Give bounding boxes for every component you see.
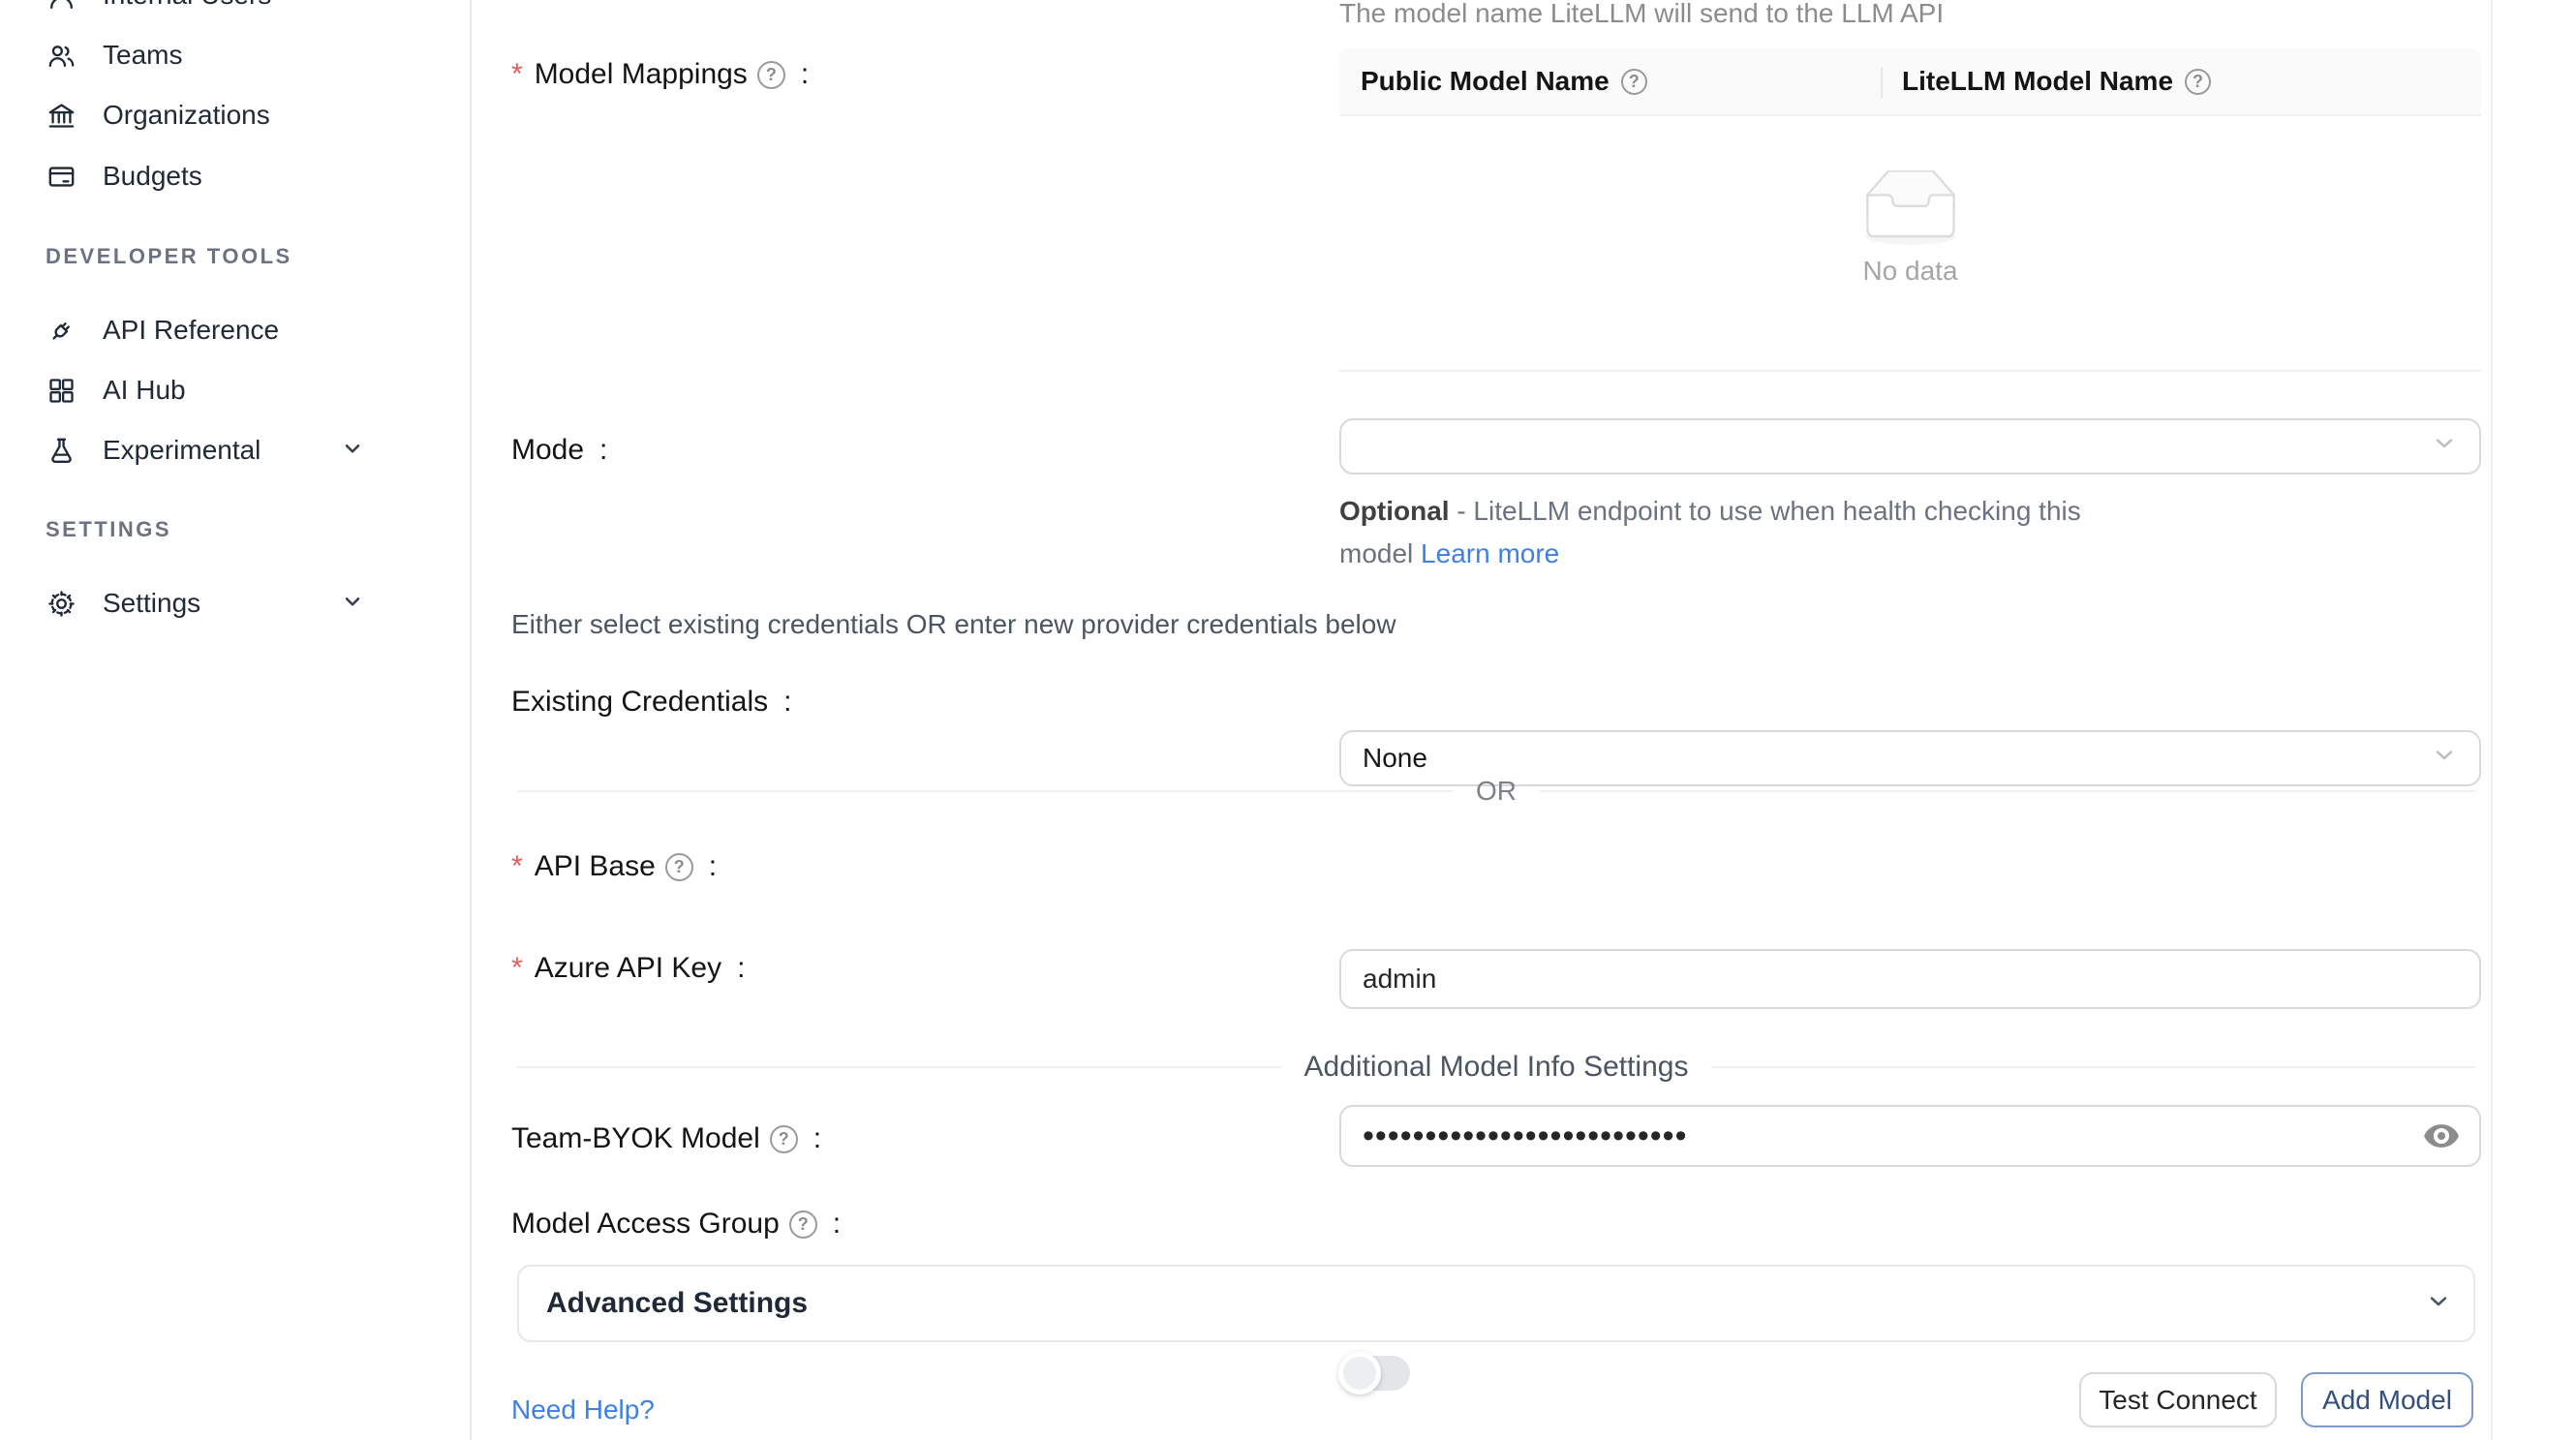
help-circle-icon[interactable]	[665, 853, 693, 881]
model-name-note: The model name LiteLLM will send to the …	[1339, 0, 1944, 29]
table-empty-state: No data	[1339, 116, 2481, 372]
required-asterisk	[511, 848, 525, 885]
required-asterisk	[511, 950, 525, 987]
api-base-field-wrap	[1339, 949, 2481, 1009]
column-header-public-model-name: Public Model Name	[1339, 66, 1881, 97]
no-data-text: No data	[1862, 256, 1957, 287]
advanced-settings-panel[interactable]: Advanced Settings	[517, 1265, 2475, 1342]
chevron-down-icon	[340, 589, 365, 619]
learn-more-link[interactable]: Learn more	[1421, 538, 1559, 568]
chevron-down-icon	[2425, 1288, 2452, 1320]
toggle-knob	[1338, 1352, 1381, 1394]
sidebar-item-teams[interactable]: Teams	[46, 25, 365, 85]
eye-icon[interactable]	[2421, 1116, 2462, 1156]
help-circle-icon[interactable]	[2185, 69, 2211, 95]
azure-api-key-label: Azure API Key	[511, 950, 745, 987]
mode-helper-text: Optional - LiteLLM endpoint to use when …	[1339, 490, 2143, 575]
flask-icon	[46, 435, 77, 467]
test-connect-button[interactable]: Test Connect	[2079, 1372, 2277, 1427]
or-divider: OR	[517, 776, 2475, 807]
grid-icon	[46, 375, 77, 407]
api-base-input[interactable]	[1363, 964, 2425, 995]
existing-credentials-label: Existing Credentials	[511, 684, 791, 720]
sidebar-item-label: Internal Users	[103, 0, 271, 11]
azure-api-key-input[interactable]	[1363, 1118, 2425, 1155]
sidebar-item-label: Teams	[103, 40, 182, 71]
sidebar-item-label: AI Hub	[103, 375, 186, 406]
sidebar-item-label: Experimental	[103, 435, 261, 466]
sidebar-section-developer-tools: DEVELOPER TOOLS	[46, 244, 292, 269]
sidebar-item-budgets[interactable]: Budgets	[46, 146, 365, 206]
help-circle-icon[interactable]	[770, 1125, 798, 1153]
sidebar-item-internal-users[interactable]: Internal Users	[46, 0, 365, 25]
help-circle-icon[interactable]	[1621, 69, 1647, 95]
chevron-down-icon	[2431, 430, 2458, 464]
sidebar-item-organizations[interactable]: Organizations	[46, 85, 365, 145]
bank-icon	[46, 100, 77, 132]
additional-settings-divider: Additional Model Info Settings	[517, 1051, 2475, 1084]
model-mappings-table: Public Model Name LiteLLM Model Name No …	[1339, 48, 2481, 372]
required-asterisk	[511, 56, 525, 93]
help-circle-icon[interactable]	[757, 61, 785, 89]
sidebar-item-label: Settings	[103, 588, 200, 619]
sidebar-section-settings: SETTINGS	[46, 517, 171, 542]
credentials-note: Either select existing credentials OR en…	[511, 609, 1396, 640]
teams-icon	[46, 40, 77, 72]
api-plug-icon	[46, 315, 77, 347]
sidebar-item-settings[interactable]: Settings	[46, 573, 365, 633]
add-model-page: Internal Users Teams Organizations Budge…	[0, 0, 2576, 1440]
need-help-link[interactable]: Need Help?	[511, 1394, 655, 1425]
sidebar-item-label: Organizations	[103, 100, 270, 131]
model-mappings-label: Model Mappings	[511, 56, 809, 93]
team-byok-label: Team-BYOK Model	[511, 1120, 821, 1157]
sidebar-item-label: Budgets	[103, 161, 202, 192]
sidebar-item-ai-hub[interactable]: AI Hub	[46, 360, 365, 420]
mode-select[interactable]	[1339, 418, 2481, 475]
header-divider	[1881, 67, 1883, 98]
api-base-label: API Base	[511, 848, 717, 885]
credit-card-icon	[46, 161, 77, 193]
sidebar-item-api-reference[interactable]: API Reference	[46, 300, 365, 360]
help-circle-icon[interactable]	[789, 1210, 817, 1239]
column-header-litellm-model-name: LiteLLM Model Name	[1881, 66, 2211, 97]
chevron-down-icon	[340, 436, 365, 466]
azure-api-key-field-wrap	[1339, 1105, 2481, 1167]
sidebar: Internal Users Teams Organizations Budge…	[0, 0, 472, 1440]
chevron-down-icon	[2431, 742, 2458, 776]
model-access-group-label: Model Access Group	[511, 1206, 841, 1242]
content-right-border	[2491, 0, 2493, 1440]
team-byok-toggle[interactable]	[1342, 1356, 1410, 1391]
empty-inbox-icon	[1851, 170, 1971, 248]
user-icon	[46, 0, 77, 12]
table-header-row: Public Model Name LiteLLM Model Name	[1339, 48, 2481, 116]
sidebar-item-experimental[interactable]: Experimental	[46, 420, 365, 480]
sidebar-item-label: API Reference	[103, 315, 279, 346]
add-model-button[interactable]: Add Model	[2301, 1372, 2473, 1427]
mode-label: Mode	[511, 432, 607, 469]
gear-icon	[46, 588, 77, 620]
